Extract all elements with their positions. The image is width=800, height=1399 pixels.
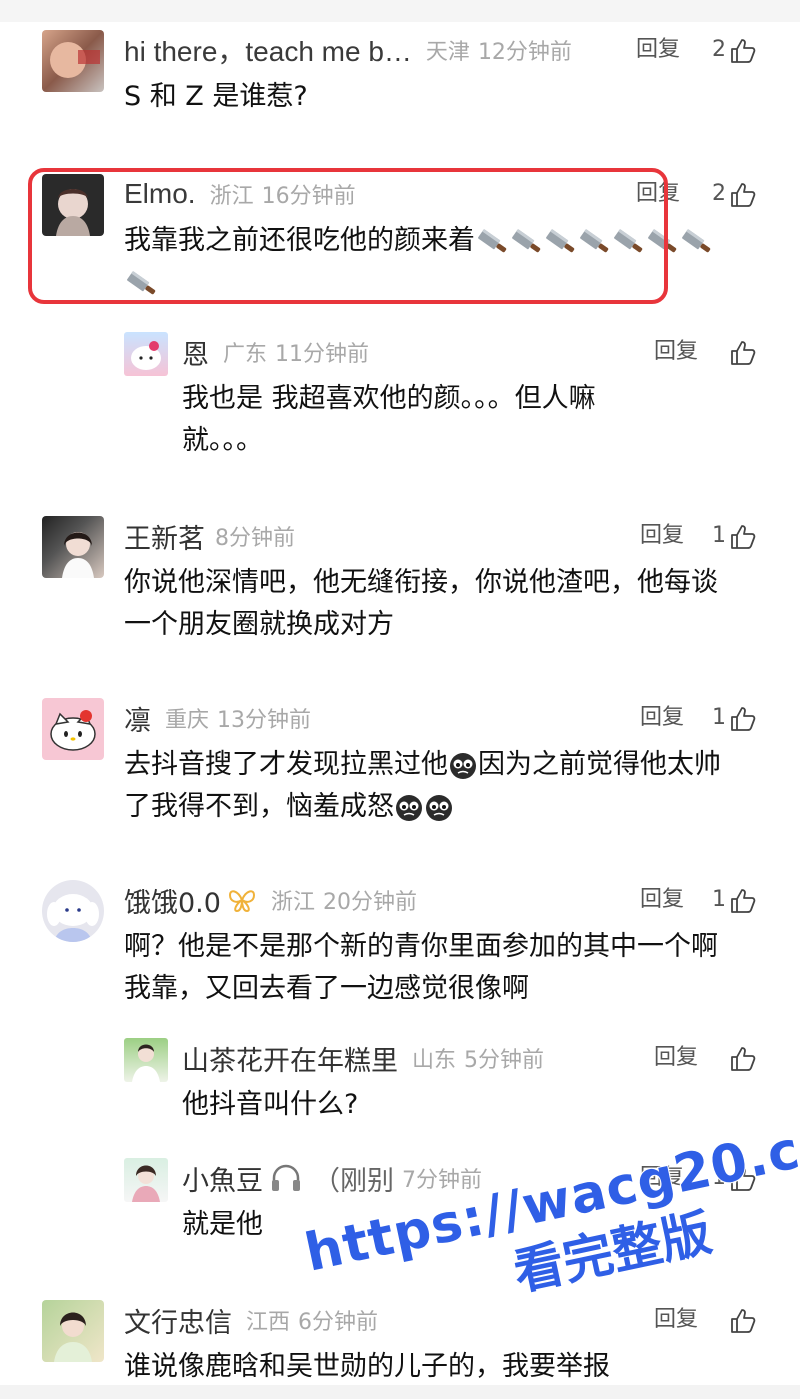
region: 山东 <box>412 1048 457 1073</box>
crying-face-icon <box>426 794 452 821</box>
region: 重庆 <box>165 708 210 733</box>
thumbs-up-icon[interactable] <box>730 1308 756 1334</box>
reply-button[interactable]: 回复 <box>640 880 684 920</box>
reply-button[interactable]: 回复 <box>640 698 684 738</box>
reply-meta: 小魚豆 （刚别 7分钟前 <box>182 1158 482 1198</box>
comment-text: 你说他深情吧，他无缝衔接，你说他渣吧，他每谈一个朋友圈就换成对方 <box>124 567 718 640</box>
comment-meta: 凛 重庆 13分钟前 <box>124 698 311 738</box>
like-count: 1 <box>712 705 726 730</box>
reply-item: 山茶花开在年糕里 山东 5分钟前 回复 他抖音叫什么? <box>0 1038 800 1128</box>
thumbs-up-icon[interactable] <box>730 888 756 914</box>
reply-item: 恩 广东 11分钟前 回复 我也是 我超喜欢他的颜。。。但人嘛就。。。 <box>0 332 800 462</box>
butterfly-badge-icon <box>228 890 255 913</box>
knife-icon <box>682 228 711 252</box>
timestamp: 5分钟前 <box>464 1048 545 1073</box>
reply-button[interactable]: 回复 <box>636 30 680 70</box>
timestamp: 6分钟前 <box>298 1310 379 1335</box>
comment-text: 啊？他是不是那个新的青你里面参加的其中一个啊我靠，又回去看了一边感觉很像啊 <box>124 931 718 1004</box>
like-count: 2 <box>712 37 726 62</box>
avatar[interactable] <box>42 1300 104 1362</box>
region: 浙江 <box>270 890 315 915</box>
avatar[interactable] <box>42 516 104 578</box>
timestamp: 12分钟前 <box>477 40 572 65</box>
comment-item: hi there，teach me b… 天津 12分钟前 回复 2 S 和 Z… <box>0 30 800 120</box>
thumbs-up-icon[interactable] <box>730 340 756 366</box>
avatar[interactable] <box>42 698 104 760</box>
comment-item: 王新茗 8分钟前 回复 1 你说他深情吧，他无缝衔接，你说他渣吧，他每谈一个朋友… <box>0 516 800 646</box>
thumbs-up-icon[interactable] <box>730 38 756 64</box>
thumbs-up-icon[interactable] <box>730 524 756 550</box>
like-count: 2 <box>712 181 726 206</box>
comment-text-part: 去抖音搜了才发现拉黑过他 <box>124 749 448 780</box>
comment-item: 凛 重庆 13分钟前 回复 1 去抖音搜了才发现拉黑过他 因为之前觉得他太帅了我得… <box>0 698 800 828</box>
comment-item: 文行忠信 江西 6分钟前 回复 谁说像鹿晗和吴世勋的儿子的，我要举报 <box>0 1300 800 1390</box>
highlight-box <box>28 168 668 304</box>
avatar[interactable] <box>124 332 168 376</box>
reply-meta: 恩 广东 11分钟前 <box>182 332 369 372</box>
reply-text: 他抖音叫什么? <box>182 1089 359 1120</box>
username[interactable]: 凛 <box>124 699 151 738</box>
avatar-image <box>50 42 100 78</box>
avatar-image <box>54 1312 92 1362</box>
like-count: 1 <box>712 523 726 548</box>
avatar-image <box>62 532 94 578</box>
crying-face-icon <box>450 752 476 779</box>
reply-to-label: （刚别 <box>313 1165 394 1197</box>
comment-meta: hi there，teach me b… 天津 12分钟前 <box>124 30 572 70</box>
username[interactable]: 恩 <box>182 333 209 372</box>
region: 天津 <box>425 40 470 65</box>
region: 江西 <box>246 1310 291 1335</box>
region: 广东 <box>223 342 268 367</box>
avatar-image <box>132 1044 160 1082</box>
headphones-icon <box>272 1164 300 1191</box>
timestamp: 13分钟前 <box>217 708 312 733</box>
timestamp: 11分钟前 <box>275 342 370 367</box>
reply-button[interactable]: 回复 <box>654 332 698 372</box>
username[interactable]: 山茶花开在年糕里 <box>182 1039 398 1078</box>
avatar-image <box>132 1165 160 1202</box>
crying-face-icon <box>396 794 422 821</box>
like-count: 1 <box>712 887 726 912</box>
username[interactable]: hi there，teach me b… <box>124 30 412 70</box>
reply-item: 小魚豆 （刚别 7分钟前 回复 1 就是他 <box>0 1158 800 1248</box>
like-count: 1 <box>712 1165 726 1190</box>
thumbs-up-icon[interactable] <box>730 182 756 208</box>
avatar[interactable] <box>124 1038 168 1082</box>
timestamp: 8分钟前 <box>215 526 295 551</box>
username[interactable]: 王新茗 <box>124 517 205 556</box>
reply-button[interactable]: 回复 <box>640 1158 684 1198</box>
comment-text: 去抖音搜了才发现拉黑过他 因为之前觉得他太帅了我得不到，恼羞成怒 <box>124 744 744 828</box>
avatar-image <box>47 894 99 942</box>
avatar[interactable] <box>42 30 104 92</box>
comment-meta: 饿饿0.0 浙江 20分钟前 <box>124 880 417 920</box>
username[interactable]: 文行忠信 <box>124 1301 232 1340</box>
comment-text: S 和 Z 是谁惹? <box>124 81 308 112</box>
avatar-image <box>131 341 161 370</box>
timestamp: 20分钟前 <box>322 890 417 915</box>
comment-meta: 文行忠信 江西 6分钟前 <box>124 1300 378 1340</box>
avatar[interactable] <box>124 1158 168 1202</box>
comment-meta: 王新茗 8分钟前 <box>124 516 295 556</box>
comment-text: 谁说像鹿晗和吴世勋的儿子的，我要举报 <box>124 1351 610 1382</box>
reply-button[interactable]: 回复 <box>640 516 684 556</box>
timestamp: 7分钟前 <box>402 1168 482 1193</box>
username[interactable]: 小魚豆 <box>182 1159 263 1198</box>
thumbs-up-icon[interactable] <box>730 1046 756 1072</box>
bottom-edge <box>0 1385 800 1399</box>
avatar[interactable] <box>42 880 104 942</box>
reply-meta: 山茶花开在年糕里 山东 5分钟前 <box>182 1038 544 1078</box>
thumbs-up-icon[interactable] <box>730 706 756 732</box>
reply-text: 我也是 我超喜欢他的颜。。。但人嘛就。。。 <box>182 383 596 456</box>
username[interactable]: 饿饿0.0 <box>124 881 221 920</box>
reply-text: 就是他 <box>182 1209 263 1240</box>
thumbs-up-icon[interactable] <box>730 1166 756 1192</box>
reply-button[interactable]: 回复 <box>654 1300 698 1340</box>
top-edge <box>0 0 800 22</box>
avatar-image <box>50 710 96 751</box>
comment-item: 饿饿0.0 浙江 20分钟前 回复 1 啊？他是不是那个新的青你里面参加的其中一… <box>0 880 800 1010</box>
reply-button[interactable]: 回复 <box>654 1038 698 1078</box>
